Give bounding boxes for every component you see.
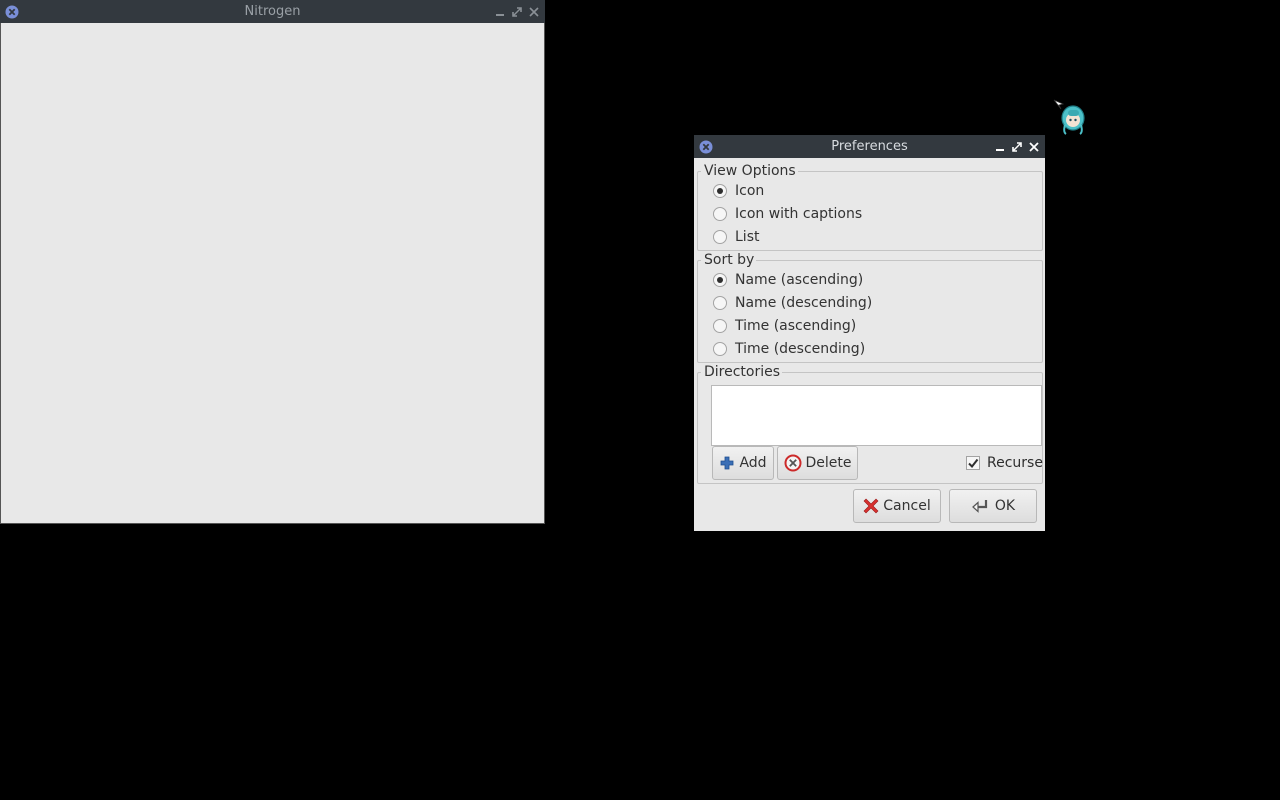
radio-button[interactable]: [713, 273, 727, 287]
directories-legend: Directories: [701, 363, 783, 381]
directories-list[interactable]: [711, 385, 1042, 446]
preferences-dialog: Preferences View Options Icon Icon with …: [694, 135, 1045, 531]
radio-sort-time-descending[interactable]: Time (descending): [713, 339, 865, 359]
radio-label: Time (descending): [735, 341, 866, 357]
radio-view-icon-with-captions[interactable]: Icon with captions: [713, 204, 862, 224]
maximize-icon[interactable]: [1010, 140, 1024, 154]
close-icon[interactable]: [1027, 140, 1041, 154]
sort-by-legend: Sort by: [701, 251, 757, 269]
nitrogen-window: Nitrogen: [0, 0, 545, 524]
recurse-checkbox-row[interactable]: Recurse: [966, 455, 1043, 471]
delete-circle-icon: [784, 454, 801, 472]
radio-button[interactable]: [713, 207, 727, 221]
radio-view-list[interactable]: List: [713, 227, 759, 247]
radio-button[interactable]: [713, 319, 727, 333]
minimize-icon[interactable]: [493, 5, 507, 19]
radio-label: List: [735, 229, 760, 245]
preferences-window-title: Preferences: [831, 139, 908, 154]
window-menu-icon[interactable]: [5, 4, 19, 19]
radio-button[interactable]: [713, 342, 727, 356]
radio-label: Name (ascending): [735, 272, 864, 288]
delete-button-label: Delete: [805, 455, 852, 471]
cancel-button-label: Cancel: [883, 498, 931, 514]
nitrogen-window-title: Nitrogen: [244, 4, 301, 19]
radio-label: Name (descending): [735, 295, 873, 311]
maximize-icon[interactable]: [510, 5, 524, 19]
directories-frame: Directories Add Delete Recurse: [697, 363, 1043, 484]
preferences-titlebar[interactable]: Preferences: [694, 135, 1045, 158]
nitrogen-content-area[interactable]: [1, 23, 544, 523]
radio-sort-name-descending[interactable]: Name (descending): [713, 293, 872, 313]
mascot-cursor-icon: [1053, 99, 1087, 139]
radio-label: Time (ascending): [735, 318, 857, 334]
ok-button-label: OK: [994, 498, 1016, 514]
radio-button[interactable]: [713, 230, 727, 244]
enter-arrow-icon: [971, 500, 987, 513]
minimize-icon[interactable]: [993, 140, 1007, 154]
checkmark-icon: [968, 458, 979, 469]
recurse-label: Recurse: [987, 455, 1043, 471]
sort-by-frame: Sort by Name (ascending) Name (descendin…: [697, 251, 1043, 363]
add-directory-button[interactable]: Add: [712, 446, 774, 480]
radio-button[interactable]: [713, 184, 727, 198]
window-menu-icon[interactable]: [699, 139, 713, 154]
radio-label: Icon with captions: [735, 206, 863, 222]
recurse-checkbox[interactable]: [966, 456, 980, 470]
add-button-label: Add: [739, 455, 767, 471]
radio-view-icon[interactable]: Icon: [713, 181, 764, 201]
view-options-frame: View Options Icon Icon with captions Lis…: [697, 162, 1043, 251]
radio-sort-name-ascending[interactable]: Name (ascending): [713, 270, 863, 290]
red-x-icon: [863, 498, 879, 514]
plus-icon: [721, 456, 734, 470]
close-icon[interactable]: [527, 5, 541, 19]
ok-button[interactable]: OK: [949, 489, 1037, 523]
radio-label: Icon: [735, 183, 765, 199]
view-options-legend: View Options: [701, 162, 798, 180]
radio-sort-time-ascending[interactable]: Time (ascending): [713, 316, 856, 336]
nitrogen-titlebar[interactable]: Nitrogen: [0, 0, 545, 23]
delete-directory-button[interactable]: Delete: [777, 446, 858, 480]
radio-button[interactable]: [713, 296, 727, 310]
cancel-button[interactable]: Cancel: [853, 489, 941, 523]
